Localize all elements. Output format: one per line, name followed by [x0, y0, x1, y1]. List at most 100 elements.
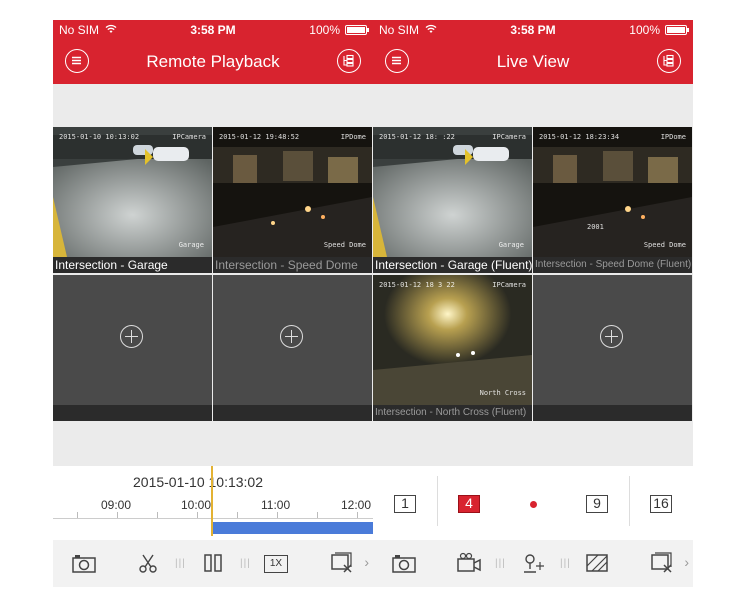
close-window-icon[interactable] [649, 552, 675, 574]
battery-icon [665, 25, 689, 35]
osd-timestamp: 2015-01-12 19:48:52 [219, 133, 300, 141]
video-grid: 2015-01-12 18: :22 IPCamera Garage Inter… [373, 127, 693, 421]
live-toolbar: ||| ||| › [373, 540, 693, 587]
video-grid: 2015-01-10 10:13:02 IPCamera Garage Inte… [53, 127, 373, 421]
osd-camera-name: Garage [498, 241, 524, 249]
camera-list-icon [663, 54, 674, 67]
tile-caption-empty [53, 405, 212, 421]
layout-divider [629, 476, 630, 526]
timeline-minor-tick [317, 512, 318, 518]
tile-caption: Intersection - North Cross (Fluent) [373, 405, 532, 421]
timeline-minor-tick [237, 512, 238, 518]
osd-timestamp: 2015-01-10 10:13:02 [59, 133, 140, 141]
add-camera-icon[interactable] [600, 325, 623, 348]
osd-brand: IPDome [340, 133, 366, 141]
timeline-minor-tick [77, 512, 78, 518]
osd-timestamp: 2015-01-12 18 3 22 [379, 281, 455, 289]
layout-9-button[interactable]: 9 [586, 495, 608, 513]
timeline-minor-tick [157, 512, 158, 518]
status-bar: No SIM 3:58 PM 100% [53, 20, 373, 40]
video-tile-speed-dome[interactable]: 2015-01-12 18:23:34 IPDome 2001 Speed Do… [533, 127, 692, 273]
camera-icon[interactable] [391, 552, 417, 574]
toolbar-divider: ||| [240, 558, 251, 569]
layout-1-button[interactable]: 1 [394, 495, 416, 513]
empty-tile[interactable] [213, 275, 372, 421]
page-indicator-dot [530, 501, 537, 508]
recording-segment [212, 522, 373, 534]
speed-icon[interactable]: 1X [264, 555, 288, 573]
battery-icon [345, 25, 369, 35]
osd-timestamp: 2015-01-12 18: :22 [379, 133, 455, 141]
empty-tile[interactable] [533, 275, 692, 421]
tile-caption: Intersection - Garage (Fluent) [373, 257, 532, 273]
remote-playback-screen: No SIM 3:58 PM 100% Remote Playback 2015… [53, 20, 373, 587]
playback-datetime: 2015-01-10 10:13:02 [133, 474, 263, 490]
layout-4-button[interactable]: 4 [458, 495, 480, 513]
live-view-screen: No SIM 3:58 PM 100% Live View 2015-01-12… [373, 20, 693, 587]
camera-list-button[interactable] [337, 49, 361, 73]
osd-extra-label: 2001 [587, 223, 604, 231]
close-window-icon[interactable] [329, 552, 355, 574]
toolbar-divider: ||| [495, 558, 506, 569]
layout-selector: 1 4 9 16 [373, 466, 693, 540]
toolbar-divider: ||| [175, 558, 186, 569]
battery-percent: 100% [629, 23, 660, 37]
playback-cursor[interactable] [211, 466, 213, 536]
record-icon[interactable] [456, 552, 482, 574]
add-camera-icon[interactable] [280, 325, 303, 348]
page-title: Remote Playback [146, 52, 280, 71]
playback-toolbar: ||| ||| 1X › [53, 540, 373, 587]
scissors-icon[interactable] [136, 552, 162, 574]
tile-caption: Intersection - Garage [53, 257, 212, 273]
video-tile-speed-dome[interactable]: 2015-01-12 19:48:52 IPDome Speed Dome In… [213, 127, 372, 273]
chevron-right-icon[interactable]: › [684, 554, 689, 570]
timeline-minor-tick [277, 512, 278, 518]
nav-bar: Remote Playback [53, 40, 373, 84]
layout-16-button[interactable]: 16 [650, 495, 672, 513]
playback-timeline[interactable]: 2015-01-10 10:13:02 09:00 10:00 11:00 12… [53, 466, 373, 540]
camera-icon[interactable] [71, 552, 97, 574]
tile-caption: Intersection - Speed Dome (Fluent) [533, 257, 692, 273]
timeline-tick: 10:00 [181, 498, 212, 512]
video-tile-garage[interactable]: 2015-01-10 10:13:02 IPCamera Garage Inte… [53, 127, 212, 273]
pause-icon[interactable] [200, 552, 226, 574]
ptz-icon[interactable] [520, 552, 546, 574]
camera-list-button[interactable] [657, 49, 681, 73]
tile-caption-empty [213, 405, 372, 421]
tile-caption-empty [533, 405, 692, 421]
tile-caption: Intersection - Speed Dome [213, 257, 372, 273]
osd-brand: IPDome [660, 133, 686, 141]
chevron-right-icon[interactable]: › [364, 554, 369, 570]
video-tile-garage[interactable]: 2015-01-12 18: :22 IPCamera Garage Inter… [373, 127, 532, 273]
layout-divider [437, 476, 438, 526]
timeline-axis [53, 518, 373, 519]
osd-brand: IPCamera [172, 133, 206, 141]
speed-dome-video-feed [533, 127, 692, 257]
status-bar: No SIM 3:58 PM 100% [373, 20, 693, 40]
osd-brand: IPCamera [492, 133, 526, 141]
video-tile-north-cross[interactable]: 2015-01-12 18 3 22 IPCamera North Cross … [373, 275, 532, 421]
battery-percent: 100% [309, 23, 340, 37]
north-cross-video-feed [373, 275, 532, 405]
image-quality-icon[interactable] [584, 552, 610, 574]
toolbar-divider: ||| [560, 558, 571, 569]
osd-timestamp: 2015-01-12 18:23:34 [539, 133, 620, 141]
speed-dome-video-feed [213, 127, 372, 257]
timeline-minor-tick [357, 512, 358, 518]
add-camera-icon[interactable] [120, 325, 143, 348]
osd-camera-name: Speed Dome [643, 241, 686, 249]
nav-bar: Live View [373, 40, 693, 84]
osd-camera-name: Speed Dome [323, 241, 366, 249]
osd-brand: IPCamera [492, 281, 526, 289]
timeline-tick: 11:00 [261, 498, 291, 512]
timeline-minor-tick [197, 512, 198, 518]
camera-list-icon [343, 54, 354, 67]
timeline-minor-tick [117, 512, 118, 518]
osd-camera-name: Garage [178, 241, 204, 249]
garage-video-feed [53, 127, 212, 257]
empty-tile[interactable] [53, 275, 212, 421]
garage-video-feed [373, 127, 532, 257]
osd-camera-name: North Cross [479, 389, 526, 397]
timeline-tick: 12:00 [341, 498, 372, 512]
page-title: Live View [496, 52, 570, 71]
